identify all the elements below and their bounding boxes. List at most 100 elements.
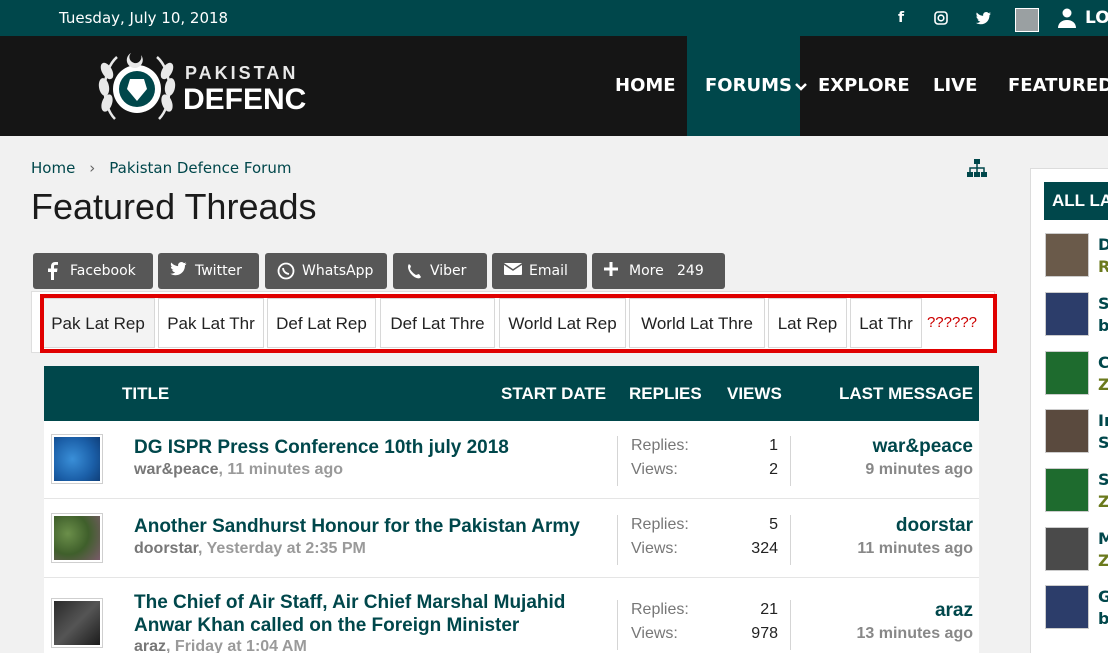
sidebar-item-user[interactable]: Z <box>1098 375 1108 394</box>
site-logo[interactable]: PAKISTAN DEFENCE <box>97 41 326 133</box>
last-message-time[interactable]: 11 minutes ago <box>857 540 973 558</box>
user-icon[interactable] <box>1058 8 1076 28</box>
sidebar-avatar[interactable] <box>1045 468 1089 512</box>
tab-def-lat-thre[interactable]: Def Lat Thre <box>380 298 495 348</box>
sidebar-item-title[interactable]: Ir <box>1098 411 1108 430</box>
tab-pak-lat-rep[interactable]: Pak Lat Rep <box>41 298 155 348</box>
thread-title[interactable]: Another Sandhurst Honour for the Pakista… <box>134 515 634 538</box>
sidebar-avatar[interactable] <box>1045 585 1089 629</box>
breadcrumb-home[interactable]: Home <box>31 159 75 177</box>
sidebar-item[interactable]: D R <box>1045 233 1108 281</box>
thread-meta: araz, Friday at 1:04 AM <box>134 638 307 653</box>
tab-lat-thr[interactable]: Lat Thr <box>850 298 922 348</box>
login-link[interactable]: LOG <box>1085 8 1108 28</box>
sidebar-item-user[interactable]: R <box>1098 257 1108 276</box>
sidebar-avatar[interactable] <box>1045 351 1089 395</box>
sidebar-item[interactable]: G b <box>1045 585 1108 633</box>
col-start-date[interactable]: START DATE <box>501 366 606 421</box>
sidebar-item[interactable]: Ir S <box>1045 409 1108 457</box>
thread-author[interactable]: doorstar <box>134 540 198 557</box>
replies-label: Replies: <box>631 516 689 533</box>
sidebar-item-user[interactable]: b <box>1098 316 1108 335</box>
thread-author[interactable]: war&peace <box>134 461 219 478</box>
sidebar-item-title[interactable]: S <box>1098 470 1108 489</box>
thread-filter-tabs: Pak Lat Rep Pak Lat Thr Def Lat Rep Def … <box>31 291 995 353</box>
sidebar-avatar[interactable] <box>1045 527 1089 571</box>
thread-title[interactable]: DG ISPR Press Conference 10th july 2018 <box>134 436 614 459</box>
sidebar-avatar[interactable] <box>1045 292 1089 336</box>
instagram-icon[interactable] <box>931 8 951 28</box>
share-more-button[interactable]: More 249 <box>592 253 725 289</box>
views-count: 978 <box>751 625 778 642</box>
sidebar-item-title[interactable]: G <box>1098 587 1108 606</box>
whatsapp-icon <box>277 262 295 280</box>
nav-explore[interactable]: EXPLORE <box>800 36 928 136</box>
sidebar-avatar[interactable] <box>1045 409 1089 453</box>
tab-def-lat-rep[interactable]: Def Lat Rep <box>267 298 376 348</box>
last-message-time[interactable]: 9 minutes ago <box>865 461 973 479</box>
tab-lat-rep[interactable]: Lat Rep <box>768 298 847 348</box>
views-label: Views: <box>631 625 678 642</box>
thread-list: TITLE START DATE REPLIES VIEWS LAST MESS… <box>44 366 979 653</box>
tab-world-lat-rep[interactable]: World Lat Rep <box>499 298 626 348</box>
nav-forums[interactable]: FORUMS <box>687 36 807 136</box>
share-facebook-button[interactable]: Facebook <box>33 253 153 289</box>
sidebar-item-title[interactable]: M <box>1098 529 1108 548</box>
nav-featured[interactable]: FEATURED <box>990 36 1108 136</box>
tab-unknown[interactable]: ?????? <box>924 298 980 348</box>
sidebar-avatar[interactable] <box>1045 233 1089 277</box>
views-count: 2 <box>769 461 778 478</box>
last-message-user[interactable]: war&peace <box>873 436 973 458</box>
svg-text:PAKISTAN: PAKISTAN <box>185 63 298 83</box>
sidebar-item[interactable]: S b <box>1045 292 1108 340</box>
nav-live[interactable]: LIVE <box>915 36 995 136</box>
share-viber-button[interactable]: Viber <box>393 253 487 289</box>
sidebar-item-user[interactable]: b <box>1098 609 1108 628</box>
replies-count: 5 <box>769 516 778 533</box>
sidebar-item[interactable]: M Z <box>1045 527 1108 575</box>
sidebar-item-title[interactable]: D <box>1098 235 1108 254</box>
sidebar-item[interactable]: S Z <box>1045 468 1108 516</box>
last-message-user[interactable]: doorstar <box>896 515 973 537</box>
sidebar-item[interactable]: C Z <box>1045 351 1108 399</box>
nav-home[interactable]: HOME <box>597 36 694 136</box>
last-message-time[interactable]: 13 minutes ago <box>857 625 973 643</box>
share-whatsapp-button[interactable]: WhatsApp <box>265 253 387 289</box>
sidebar-item-user[interactable]: Z <box>1098 551 1108 570</box>
sidebar-item-title[interactable]: S <box>1098 294 1108 313</box>
nav-forums-label: FORUMS <box>705 75 792 96</box>
thread-thumbnail[interactable] <box>51 434 103 484</box>
sidebar-item-user[interactable]: Z <box>1098 492 1108 511</box>
breadcrumb-forum[interactable]: Pakistan Defence Forum <box>109 159 291 177</box>
sitemap-icon[interactable] <box>967 159 987 177</box>
thread-start-time: Friday at 1:04 AM <box>174 638 307 653</box>
user-avatar[interactable] <box>1015 8 1039 32</box>
col-replies[interactable]: REPLIES <box>629 366 702 421</box>
share-email-button[interactable]: Email <box>492 253 587 289</box>
share-email-label: Email <box>529 263 568 279</box>
col-views[interactable]: VIEWS <box>727 366 782 421</box>
thread-stats: Replies: 21 Views: 978 <box>617 600 791 650</box>
thread-thumbnail[interactable] <box>51 598 103 648</box>
thread-thumbnail[interactable] <box>51 513 103 563</box>
tab-pak-lat-thr[interactable]: Pak Lat Thr <box>158 298 264 348</box>
thread-meta: doorstar, Yesterday at 2:35 PM <box>134 540 366 557</box>
thread-meta: war&peace, 11 minutes ago <box>134 461 343 478</box>
replies-label: Replies: <box>631 437 689 454</box>
thread-start-time: Yesterday at 2:35 PM <box>206 540 366 557</box>
facebook-icon[interactable]: f <box>891 8 911 28</box>
col-title[interactable]: TITLE <box>122 366 169 421</box>
thread-start-time: 11 minutes ago <box>227 461 343 478</box>
share-twitter-label: Twitter <box>195 263 242 279</box>
thread-title[interactable]: The Chief of Air Staff, Air Chief Marsha… <box>134 591 604 637</box>
col-last-message[interactable]: LAST MESSAGE <box>839 366 973 421</box>
share-twitter-button[interactable]: Twitter <box>158 253 259 289</box>
twitter-icon[interactable] <box>973 8 993 28</box>
thread-stats: Replies: 5 Views: 324 <box>617 515 791 565</box>
thread-author[interactable]: araz <box>134 638 166 653</box>
tab-world-lat-thre[interactable]: World Lat Thre <box>629 298 765 348</box>
sidebar-item-user[interactable]: S <box>1098 433 1108 452</box>
email-icon <box>504 263 522 275</box>
sidebar-item-title[interactable]: C <box>1098 353 1108 372</box>
last-message-user[interactable]: araz <box>935 600 973 622</box>
